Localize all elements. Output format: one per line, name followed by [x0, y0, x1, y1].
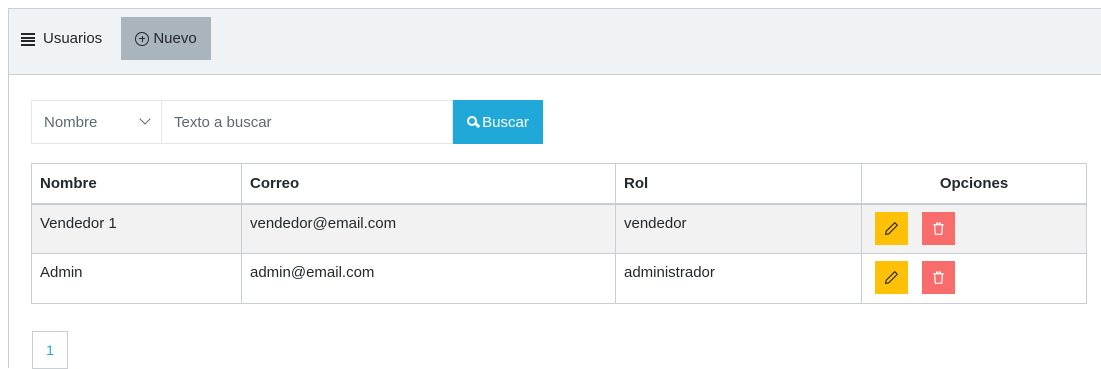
new-button-label: Nuevo: [153, 30, 197, 47]
search-bar: Nombre Buscar: [31, 100, 543, 144]
page-title: Usuarios: [43, 30, 103, 47]
cell-opciones: [861, 253, 1087, 304]
search-button-label: Buscar: [482, 113, 529, 131]
pencil-icon: [884, 221, 898, 235]
pagination-page-1[interactable]: 1: [32, 331, 68, 369]
cell-correo: admin@email.com: [241, 253, 616, 304]
card-header: Usuarios Nuevo: [9, 9, 1101, 75]
search-input[interactable]: [162, 100, 453, 144]
chevron-down-icon: [139, 113, 151, 125]
search-field-select[interactable]: Nombre: [31, 100, 162, 144]
delete-button[interactable]: [922, 211, 956, 245]
search-field-value: Nombre: [44, 114, 98, 131]
delete-button[interactable]: [922, 261, 956, 294]
cell-opciones: [861, 203, 1087, 254]
column-header-opciones: Opciones: [861, 163, 1087, 205]
cell-rol: vendedor: [615, 203, 862, 254]
users-card: Usuarios Nuevo Nombre Buscar Nombre Corr…: [8, 8, 1101, 369]
column-header-correo: Correo: [241, 163, 616, 205]
column-header-nombre: Nombre: [31, 163, 242, 205]
table-header-row: Nombre Correo Rol Opciones: [31, 163, 1087, 205]
cell-rol: administrador: [615, 253, 862, 304]
cell-nombre: Admin: [31, 253, 242, 304]
users-table: Nombre Correo Rol Opciones Vendedor 1 ve…: [31, 163, 1087, 304]
trash-icon: [933, 221, 944, 235]
column-header-rol: Rol: [615, 163, 862, 205]
search-icon: [467, 116, 478, 126]
cell-correo: vendedor@email.com: [241, 203, 616, 254]
edit-button[interactable]: [875, 261, 908, 294]
new-user-button[interactable]: Nuevo: [121, 17, 211, 60]
pencil-icon: [884, 271, 898, 285]
search-button[interactable]: Buscar: [453, 100, 543, 144]
edit-button[interactable]: [875, 211, 908, 245]
trash-icon: [933, 271, 944, 284]
hamburger-menu-icon: [21, 33, 35, 46]
table-row: Admin admin@email.com administrador: [31, 253, 1087, 304]
plus-circle-icon: [135, 31, 150, 46]
table-row: Vendedor 1 vendedor@email.com vendedor: [31, 203, 1087, 254]
cell-nombre: Vendedor 1: [31, 203, 242, 254]
